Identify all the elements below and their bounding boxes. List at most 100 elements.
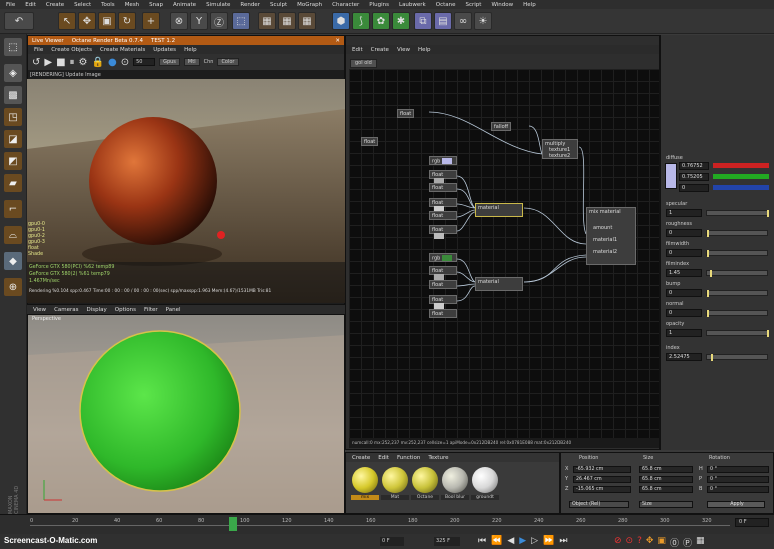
scale-icon[interactable]: ▣ [98, 12, 116, 30]
scene-icon[interactable]: ▤ [434, 12, 452, 30]
z-position-field[interactable]: -15.065 cm [573, 486, 631, 493]
node-graph-canvas[interactable]: float float falloff multiply texture1 te… [349, 69, 659, 447]
port-texture2[interactable]: texture2 [545, 153, 575, 159]
save-icon[interactable]: 🔒 [92, 57, 104, 68]
perspective-viewport[interactable]: Perspective [27, 314, 345, 514]
h-rotation-field[interactable]: 0 ° [707, 466, 769, 473]
current-frame-field[interactable]: 0 F [735, 518, 769, 527]
prev-key-icon[interactable]: ⏪ [491, 536, 502, 546]
diffuse-b-field[interactable]: 0 [679, 184, 709, 192]
timeline-options-icon[interactable]: ▦ [696, 536, 705, 549]
autokey-icon[interactable]: ⊙ [626, 536, 634, 549]
render-region-icon[interactable]: ▦ [258, 12, 276, 30]
node-float-c[interactable]: float [429, 198, 457, 212]
restart-icon[interactable]: ↺ [32, 57, 40, 68]
viewer-samples-field[interactable]: 50 [133, 58, 156, 66]
node-float-e[interactable]: float [429, 225, 457, 239]
viewport-menu-options[interactable]: Options [115, 307, 136, 313]
object-mode-icon[interactable]: ◈ [4, 64, 22, 82]
opacity-field[interactable]: 1 [666, 329, 702, 337]
menu-octane[interactable]: Octane [436, 2, 456, 8]
diffuse-g-bar[interactable] [713, 174, 769, 179]
lock-icon[interactable]: ⊙ [121, 57, 129, 68]
checker-icon[interactable]: ▩ [4, 86, 22, 104]
points-mode-icon[interactable]: ◳ [4, 108, 22, 126]
menu-laubwerk[interactable]: Laubwerk [399, 2, 426, 8]
index-field[interactable]: 2.52475 [666, 353, 702, 361]
sphere-icon[interactable]: ● [108, 57, 117, 68]
move-key-icon[interactable]: ✥ [646, 536, 654, 549]
node-float-h[interactable]: float [429, 295, 457, 309]
normal-slider[interactable] [706, 310, 768, 317]
material-menu-function[interactable]: Function [397, 455, 420, 461]
camera-icon[interactable]: ∞ [454, 12, 472, 30]
node-float-f[interactable]: float [429, 266, 457, 280]
deformer-icon[interactable]: ⧉ [414, 12, 432, 30]
specular-slider[interactable] [706, 210, 769, 217]
viewport-menu-panel[interactable]: Panel [166, 307, 181, 313]
opacity-slider[interactable] [706, 330, 769, 337]
start-frame-field[interactable]: 0 F [380, 537, 404, 546]
menu-help[interactable]: Help [523, 2, 536, 8]
filmindex-field[interactable]: 1.45 [666, 269, 702, 277]
stop-icon[interactable]: ■ [56, 57, 65, 68]
node-tab[interactable]: gol old [350, 59, 377, 68]
roughness-field[interactable]: 0 [666, 229, 702, 237]
y-axis-icon[interactable]: Y [190, 12, 208, 30]
z-axis-icon[interactable]: Ⓩ [210, 12, 228, 30]
menu-sculpt[interactable]: Sculpt [270, 2, 287, 8]
mtl-button[interactable]: Mtl [183, 58, 200, 66]
material-label-groundt[interactable]: groundt [471, 495, 499, 500]
bump-field[interactable]: 0 [666, 289, 702, 297]
viewport-menu-cameras[interactable]: Cameras [54, 307, 78, 313]
apply-button[interactable]: Apply [707, 501, 765, 508]
end-frame-field[interactable]: 325 F [434, 537, 460, 546]
material-menu-create[interactable]: Create [352, 455, 370, 461]
viewport-menu-view[interactable]: View [33, 307, 46, 313]
record-icon[interactable]: ⊘ [614, 536, 622, 549]
menu-tools[interactable]: Tools [101, 2, 115, 8]
x-size-field[interactable]: 65.8 cm [639, 466, 693, 473]
prev-frame-icon[interactable]: ◀ [507, 536, 514, 546]
menu-character[interactable]: Character [332, 2, 359, 8]
material-swatch-mix[interactable] [352, 467, 378, 493]
viewer-menu-create-materials[interactable]: Create Materials [100, 47, 145, 53]
settings-icon[interactable]: ⚙ [79, 57, 88, 68]
gpus-button[interactable]: Gpus [159, 58, 180, 66]
menu-plugins[interactable]: Plugins [369, 2, 389, 8]
filmwidth-field[interactable]: 0 [666, 249, 702, 257]
timeline-playhead[interactable] [229, 517, 237, 531]
magnet-icon[interactable]: ⌓ [4, 226, 22, 244]
array-icon[interactable]: ✱ [392, 12, 410, 30]
lock-icon[interactable]: ⊕ [4, 278, 22, 296]
diffuse-r-field[interactable]: 0.76752 [679, 162, 709, 170]
normal-field[interactable]: 0 [666, 309, 702, 317]
size-mode-dropdown[interactable]: Size [639, 501, 693, 508]
model-mode-icon[interactable]: ⬚ [4, 38, 22, 56]
param-key-icon[interactable]: ⓪ [670, 536, 679, 549]
rotate-icon[interactable]: ↻ [118, 12, 136, 30]
next-frame-icon[interactable]: ▷ [531, 536, 538, 546]
select-arrow-icon[interactable]: ↖ [58, 12, 76, 30]
material-menu-texture[interactable]: Texture [428, 455, 448, 461]
play-icon[interactable]: ▶ [44, 57, 52, 68]
node-float-2[interactable]: float [361, 137, 379, 146]
node-mix-material[interactable]: mix material amount material1 material2 [586, 207, 636, 265]
material-label-octane[interactable]: Octane [411, 495, 439, 500]
node-float-i[interactable]: float [429, 309, 457, 318]
play-forward-icon[interactable]: ▶ [519, 536, 526, 546]
render-settings-icon[interactable]: ▦ [298, 12, 316, 30]
z-size-field[interactable]: 65.8 cm [639, 486, 693, 493]
edges-mode-icon[interactable]: ◪ [4, 130, 22, 148]
node-float-1[interactable]: float [397, 109, 415, 118]
material-swatch-octane[interactable] [412, 467, 438, 493]
node-rgb-2[interactable]: rgb [429, 253, 457, 262]
axis-mode-icon[interactable]: ▰ [4, 174, 22, 192]
material-label-boolblur[interactable]: Bool blur [441, 495, 469, 500]
menu-window[interactable]: Window [491, 2, 513, 8]
material-swatch-groundt[interactable] [472, 467, 498, 493]
timeline[interactable]: 0 F 0 20 40 60 80 100 120 140 160 180 200 220 240 260… [0, 514, 774, 534]
specular-field[interactable]: 1 [666, 209, 702, 217]
y-position-field[interactable]: 26.467 cm [573, 476, 631, 483]
p-rotation-field[interactable]: 0 ° [707, 476, 769, 483]
